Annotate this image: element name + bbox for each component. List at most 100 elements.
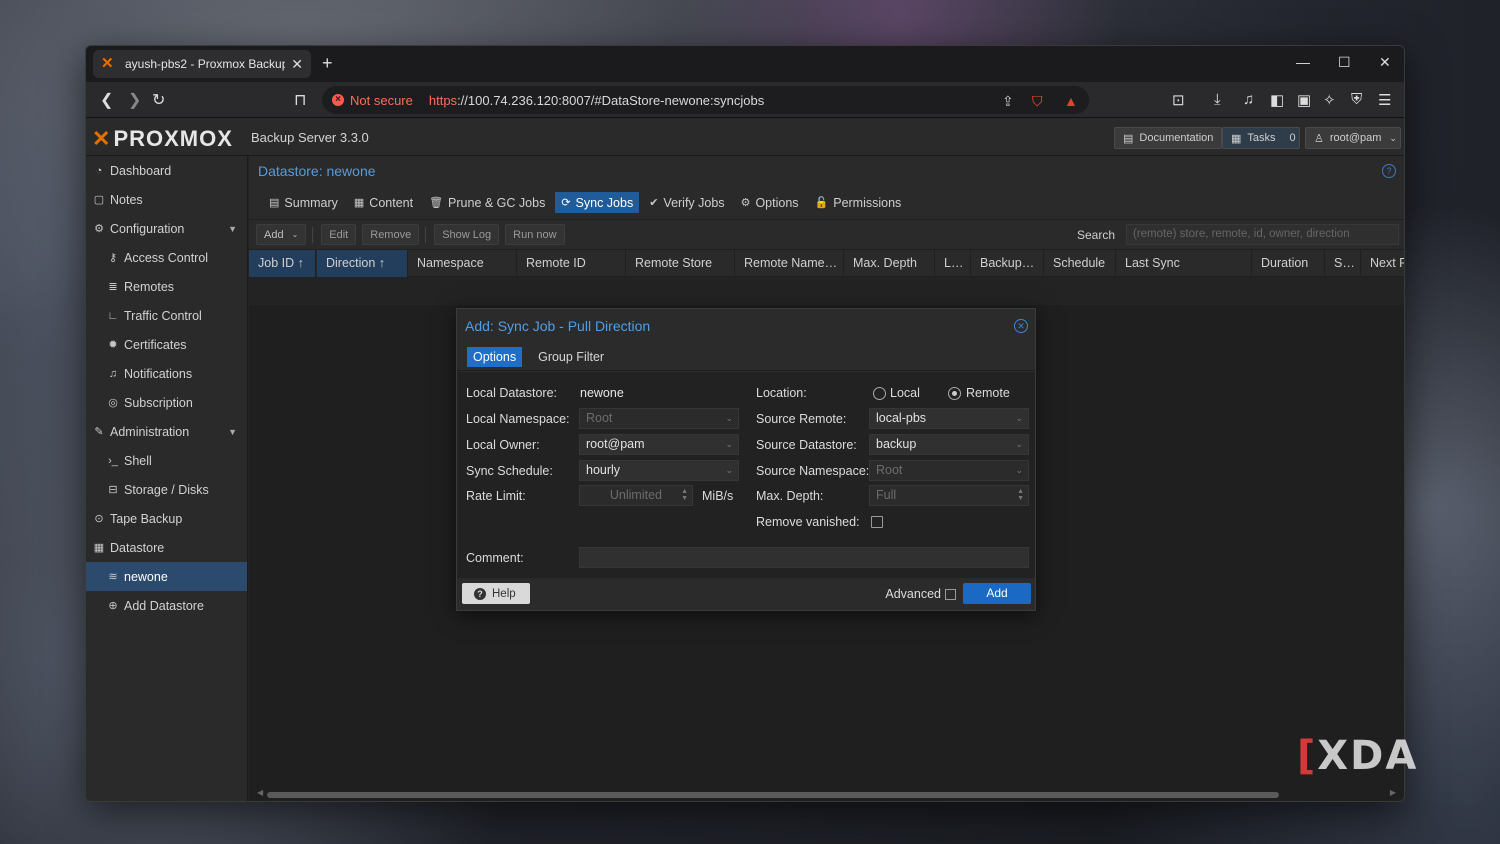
caret-down-icon[interactable]: ▼ bbox=[228, 224, 237, 234]
tasks-button[interactable]: ▦ Tasks 0 bbox=[1222, 127, 1300, 149]
bookmark-icon[interactable]: ⊓ bbox=[294, 90, 306, 110]
comment-input[interactable] bbox=[579, 547, 1029, 568]
documentation-button[interactable]: ▤ Documentation bbox=[1114, 127, 1223, 149]
column-schedule[interactable]: Schedule bbox=[1044, 250, 1116, 277]
vpn-icon[interactable]: ⛨ bbox=[1351, 91, 1362, 108]
advanced-checkbox[interactable] bbox=[945, 589, 956, 600]
max-depth-input[interactable]: Full ▲ ▼ bbox=[869, 485, 1029, 506]
back-icon[interactable]: ❮ bbox=[100, 90, 113, 110]
wallet-icon[interactable]: ▣ bbox=[1297, 91, 1311, 109]
sync-schedule-select[interactable]: hourly ⌄ bbox=[579, 460, 739, 481]
brave-rewards-icon[interactable]: ▲ bbox=[1064, 93, 1078, 109]
sidebar-item-certificates[interactable]: ✹ Certificates bbox=[86, 330, 247, 359]
sidebar-item-add-datastore[interactable]: ⊕ Add Datastore bbox=[86, 591, 247, 620]
help-button[interactable]: ? Help bbox=[462, 583, 530, 604]
help-icon[interactable]: ? bbox=[1382, 164, 1396, 178]
sidebar-toggle-icon[interactable]: ◧ bbox=[1270, 91, 1284, 109]
tab-sync-jobs[interactable]: ⟳ Sync Jobs bbox=[555, 192, 640, 213]
sidebar-item-newone[interactable]: ≋ newone bbox=[86, 562, 247, 591]
source-namespace-select[interactable]: Root ⌄ bbox=[869, 460, 1029, 481]
scroll-right-icon[interactable]: ▶ bbox=[1390, 788, 1396, 797]
minimize-icon[interactable]: — bbox=[1296, 54, 1310, 70]
close-tab-icon[interactable]: ✕ bbox=[291, 56, 303, 73]
product-version: Backup Server 3.3.0 bbox=[251, 130, 369, 145]
tab-options[interactable]: ⚙ Options bbox=[735, 192, 805, 213]
column-local-owner[interactable]: L… bbox=[935, 250, 971, 277]
sidebar-item-notes[interactable]: ▢ Notes bbox=[86, 185, 247, 214]
url-bar[interactable]: × Not secure https://100.74.236.120:8007… bbox=[322, 86, 1089, 114]
local-owner-select[interactable]: root@pam ⌄ bbox=[579, 434, 739, 455]
screenshot-icon[interactable]: ⊡ bbox=[1172, 91, 1185, 109]
reload-icon[interactable]: ↻ bbox=[152, 90, 165, 110]
source-remote-select[interactable]: local-pbs ⌄ bbox=[869, 408, 1029, 429]
column-max-depth[interactable]: Max. Depth bbox=[844, 250, 935, 277]
tab-prune-gc-jobs[interactable]: 🗑 Prune & GC Jobs bbox=[423, 192, 551, 213]
location-local-radio[interactable] bbox=[873, 387, 886, 400]
menu-icon[interactable]: ☰ bbox=[1378, 91, 1391, 109]
column-direction[interactable]: Direction ↑ bbox=[317, 250, 408, 277]
show-log-button[interactable]: Show Log bbox=[434, 224, 500, 245]
sidebar-item-notifications[interactable]: ♫ Notifications bbox=[86, 359, 247, 388]
tab-group-filter[interactable]: Group Filter bbox=[532, 347, 610, 367]
sidebar-item-datastore[interactable]: ▦ Datastore bbox=[86, 533, 247, 562]
column-job-id[interactable]: Job ID ↑ bbox=[249, 250, 316, 277]
column-next-run[interactable]: Next R bbox=[1361, 250, 1404, 277]
edit-button[interactable]: Edit bbox=[321, 224, 357, 245]
location-remote-radio[interactable] bbox=[948, 387, 961, 400]
tab-verify-jobs[interactable]: ✔ Verify Jobs bbox=[643, 192, 730, 213]
tab-permissions[interactable]: 🔓 Permissions bbox=[809, 192, 908, 213]
scrollbar-thumb[interactable] bbox=[267, 792, 1279, 798]
new-tab-icon[interactable]: + bbox=[322, 53, 333, 74]
column-remote-namespace[interactable]: Remote Name… bbox=[735, 250, 844, 277]
forward-icon[interactable]: ❯ bbox=[128, 90, 141, 110]
source-datastore-label: Source Datastore: bbox=[756, 438, 857, 452]
sidebar-item-storage-disks[interactable]: ⊟ Storage / Disks bbox=[86, 475, 247, 504]
search-input[interactable]: (remote) store, remote, id, owner, direc… bbox=[1126, 224, 1399, 245]
close-window-icon[interactable]: ✕ bbox=[1379, 54, 1391, 71]
sidebar-item-administration[interactable]: ✎ Administration ▼ bbox=[86, 417, 247, 446]
column-remote-store[interactable]: Remote Store bbox=[626, 250, 735, 277]
browser-tab[interactable]: ✕ ayush-pbs2 - Proxmox Backup S ✕ bbox=[93, 50, 311, 78]
run-now-button[interactable]: Run now bbox=[505, 224, 565, 245]
horizontal-scrollbar[interactable]: ◀ ▶ bbox=[257, 788, 1396, 799]
local-namespace-select[interactable]: Root ⌄ bbox=[579, 408, 739, 429]
close-icon[interactable]: ✕ bbox=[1014, 319, 1028, 333]
source-datastore-select[interactable]: backup ⌄ bbox=[869, 434, 1029, 455]
spinner-icon[interactable]: ▲ ▼ bbox=[1017, 488, 1024, 502]
security-indicator[interactable]: × Not secure bbox=[332, 93, 413, 108]
column-duration[interactable]: Duration bbox=[1252, 250, 1325, 277]
remove-vanished-checkbox[interactable] bbox=[871, 516, 883, 528]
sidebar-item-tape-backup[interactable]: ⊙ Tape Backup bbox=[86, 504, 247, 533]
column-backup-groups[interactable]: Backup… bbox=[971, 250, 1044, 277]
media-icon[interactable]: ♫ bbox=[1243, 91, 1254, 108]
column-remote-id[interactable]: Remote ID bbox=[517, 250, 626, 277]
tab-options[interactable]: Options bbox=[467, 346, 523, 367]
sidebar-item-traffic-control[interactable]: ∟ Traffic Control bbox=[86, 301, 247, 330]
add-submit-button[interactable]: Add bbox=[963, 583, 1031, 604]
sidebar-item-configuration[interactable]: ⚙ Configuration ▼ bbox=[86, 214, 247, 243]
caret-down-icon[interactable]: ▼ bbox=[228, 427, 237, 437]
sidebar-item-remotes[interactable]: ≣ Remotes bbox=[86, 272, 247, 301]
spinner-icon[interactable]: ▲ ▼ bbox=[681, 488, 688, 502]
remove-button[interactable]: Remove bbox=[362, 224, 420, 245]
security-label: Not secure bbox=[350, 92, 413, 108]
add-button[interactable]: Add ⌄ bbox=[256, 224, 307, 245]
brave-shield-icon[interactable]: ⛉ bbox=[1032, 93, 1043, 110]
maximize-icon[interactable]: ☐ bbox=[1338, 54, 1351, 71]
tab-content[interactable]: ▦ Content bbox=[348, 192, 419, 213]
column-namespace[interactable]: Namespace bbox=[408, 250, 517, 277]
scroll-left-icon[interactable]: ◀ bbox=[257, 788, 263, 797]
sidebar-item-label: Shell bbox=[124, 453, 152, 468]
user-menu-button[interactable]: ♙ root@pam ⌄ bbox=[1305, 127, 1401, 149]
tab-summary[interactable]: ▤ Summary bbox=[263, 192, 344, 213]
leo-ai-icon[interactable]: ✧ bbox=[1323, 91, 1336, 109]
share-icon[interactable]: ⇪ bbox=[1002, 93, 1014, 110]
column-status[interactable]: S… bbox=[1325, 250, 1361, 277]
sidebar-item-shell[interactable]: ›_ Shell bbox=[86, 446, 247, 475]
rate-limit-input[interactable]: Unlimited ▲ ▼ bbox=[579, 485, 693, 506]
sidebar-item-subscription[interactable]: ◎ Subscription bbox=[86, 388, 247, 417]
column-last-sync[interactable]: Last Sync bbox=[1116, 250, 1252, 277]
download-icon[interactable]: ⤓ bbox=[1214, 91, 1221, 108]
sidebar-item-access-control[interactable]: ⚷ Access Control bbox=[86, 243, 247, 272]
sidebar-item-dashboard[interactable]: ◔ Dashboard bbox=[86, 156, 247, 185]
